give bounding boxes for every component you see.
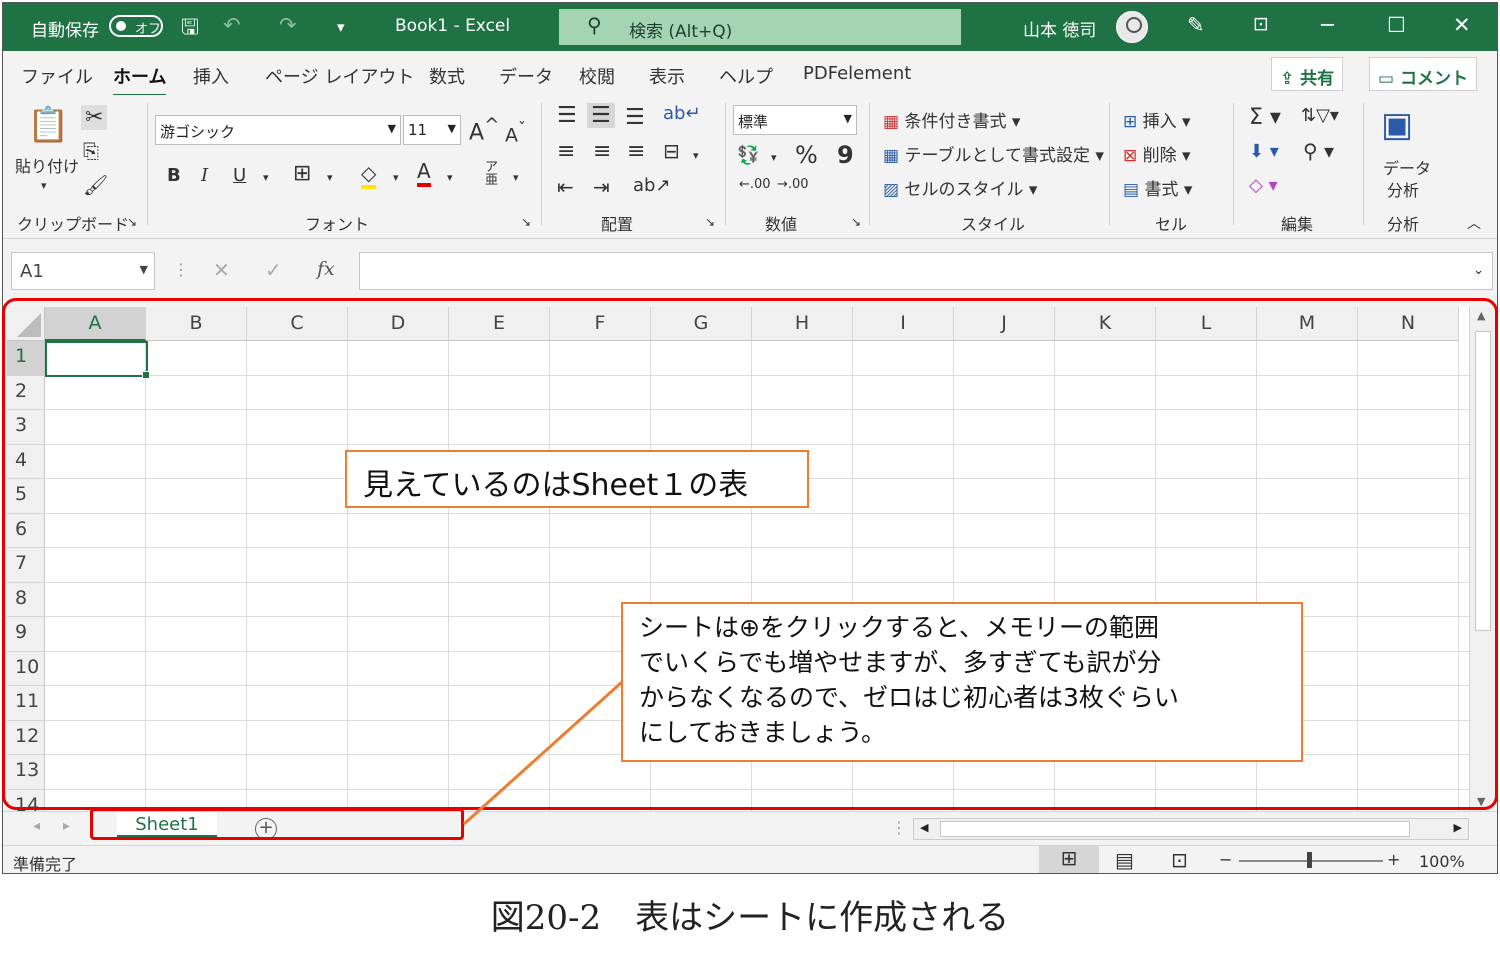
- callout-leader-line: [462, 680, 624, 826]
- callout-add-sheet: シートは⊕をクリックすると、メモリーの範囲 でいくらでも増やせますが、多すぎても…: [621, 602, 1303, 762]
- callout-line: でいくらでも増やせますが、多すぎても訳が分: [639, 648, 1162, 677]
- callout-sheet1: 見えているのはSheet１の表: [345, 450, 809, 508]
- callout-line: からなくなるので、ゼロはじ初心者は3枚ぐらい: [639, 683, 1179, 712]
- callout-line: シートは⊕をクリックすると、メモリーの範囲: [639, 613, 1159, 642]
- figure-caption: 図20-2 表はシートに作成される: [490, 898, 1010, 938]
- callout-line: にしておきましょう。: [639, 718, 887, 747]
